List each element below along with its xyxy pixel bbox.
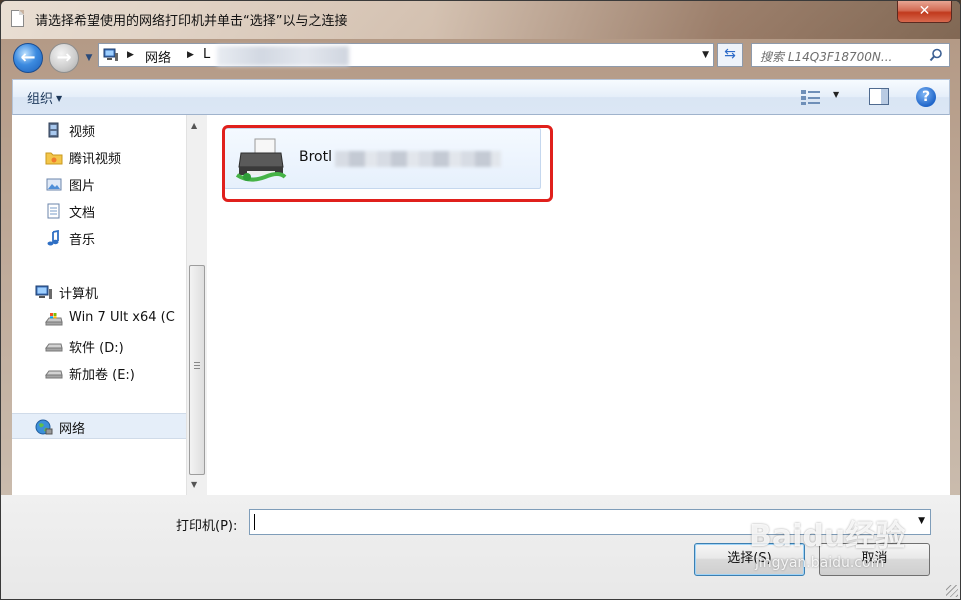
change-view-icon[interactable] (800, 88, 822, 106)
recent-pages-dropdown[interactable]: ▼ (83, 51, 95, 65)
scroll-up-arrow-icon[interactable]: ▲ (191, 121, 197, 130)
resize-grip-icon[interactable] (946, 585, 958, 597)
scroll-thumb[interactable] (189, 265, 205, 475)
watermark-url: jingyan.baidu.com (755, 555, 885, 571)
search-icon[interactable] (929, 48, 943, 62)
windows-drive-icon (45, 313, 63, 326)
navigation-pane: 视频 腾讯视频 图片 文档 音乐 计算机 Win 7 Ult x64 (C 软件… (12, 115, 186, 495)
search-placeholder: 搜索 L14Q3F18700N... (760, 50, 893, 64)
nav-item-label: Win 7 Ult x64 (C (69, 310, 175, 325)
document-icon (11, 10, 24, 27)
nav-item-label: 网络 (59, 422, 86, 437)
text-cursor (254, 514, 255, 530)
window-title: 请选择希望使用的网络打印机并单击“选择”以与之连接 (35, 14, 348, 29)
computer-icon (35, 285, 52, 299)
nav-item-label: 软件 (D:) (69, 341, 124, 356)
help-icon[interactable]: ? (916, 87, 936, 107)
nav-item-label: 视频 (69, 125, 96, 140)
annotation-highlight-box (222, 125, 553, 202)
address-bar-row: ← → ▼ ▶ 网络 ▶ L ▼ ⇆ 搜索 L14Q3F18700N... (1, 39, 960, 77)
watermark-logo-text: Baidu经验 (749, 519, 906, 554)
folder-icon (45, 152, 63, 165)
breadcrumb-arrow-icon[interactable]: ▶ (127, 48, 134, 62)
music-library-icon (47, 230, 59, 246)
nav-item-label: 新加卷 (E:) (69, 368, 135, 383)
nav-pane-scrollbar[interactable]: ▲ ▼ (186, 115, 207, 495)
nav-item-label: 腾讯视频 (69, 152, 122, 167)
redacted-computer-name (217, 46, 349, 66)
breadcrumb-network[interactable]: 网络 (145, 47, 171, 66)
network-globe-icon (35, 419, 53, 435)
nav-item-label: 图片 (69, 179, 96, 194)
scroll-grip-icon (194, 362, 200, 369)
preview-pane-icon[interactable] (869, 88, 889, 105)
video-library-icon (48, 122, 59, 138)
command-toolbar: 组织 ▼ ▼ ? (12, 79, 950, 115)
baidu-watermark: Baidu经验 jingyan.baidu.com (749, 493, 959, 583)
search-box[interactable]: 搜索 L14Q3F18700N... (751, 43, 950, 67)
network-folder-icon (103, 48, 118, 61)
drive-icon (45, 370, 63, 379)
view-options-chevron-icon[interactable]: ▼ (833, 90, 839, 99)
printer-select-dialog: 请选择希望使用的网络打印机并单击“选择”以与之连接 ✕ ← → ▼ ▶ 网络 ▶… (0, 0, 961, 600)
pictures-library-icon (46, 178, 62, 191)
breadcrumb-arrow-icon[interactable]: ▶ (187, 48, 194, 62)
printer-field-label: 打印机(P): (176, 519, 238, 534)
forward-button[interactable]: → (49, 43, 79, 73)
breadcrumb-computer[interactable]: L (203, 47, 210, 62)
close-button[interactable]: ✕ (897, 1, 952, 23)
organize-label: 组织 (27, 92, 54, 107)
scroll-down-arrow-icon[interactable]: ▼ (191, 480, 197, 489)
address-dropdown-icon[interactable]: ▼ (702, 50, 709, 60)
back-button[interactable]: ← (13, 43, 43, 73)
chevron-down-icon: ▼ (56, 94, 63, 103)
title-bar: 请选择希望使用的网络打印机并单击“选择”以与之连接 ✕ (1, 1, 960, 39)
nav-item-label: 文档 (69, 206, 96, 221)
documents-library-icon (47, 203, 60, 219)
nav-item-label: 音乐 (69, 233, 96, 248)
organize-button[interactable]: 组织 ▼ (27, 88, 62, 107)
address-box[interactable]: ▶ 网络 ▶ L ▼ (98, 43, 714, 67)
drive-icon (45, 343, 63, 352)
refresh-button[interactable]: ⇆ (717, 43, 743, 67)
nav-item-label: 计算机 (59, 287, 99, 302)
